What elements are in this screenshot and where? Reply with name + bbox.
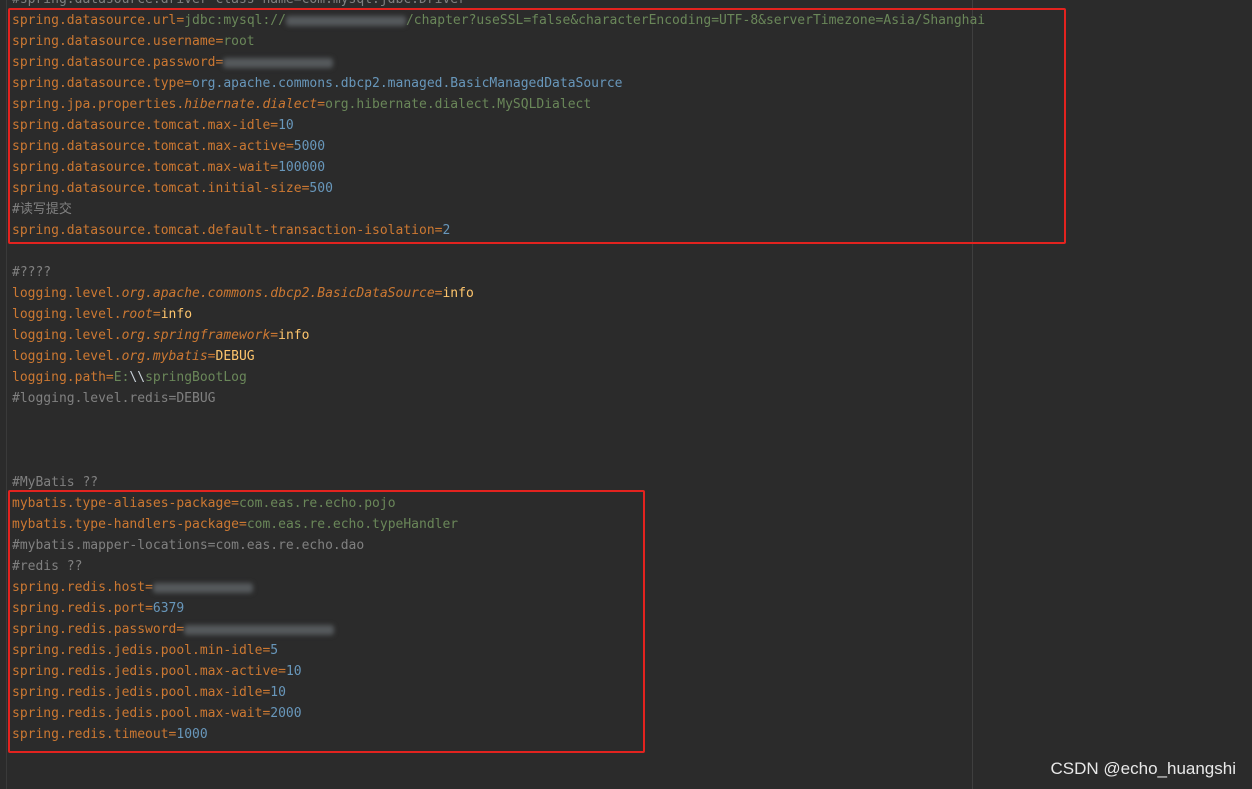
code-token: logging.level.: [12, 286, 122, 301]
code-token: org.mybatis: [121, 349, 208, 364]
code-token: =: [152, 307, 161, 322]
code-line[interactable]: logging.path=E:\\springBootLog: [12, 367, 985, 388]
code-line[interactable]: #????: [12, 262, 985, 283]
code-token: #MyBatis ??: [12, 475, 99, 490]
code-token: DEBUG: [215, 349, 255, 364]
code-token: info: [442, 286, 474, 301]
code-token: logging.level.: [12, 307, 122, 322]
code-token: #spring.datasource.driver-class-name=com…: [12, 0, 466, 7]
code-token: #????: [12, 265, 52, 280]
code-token: springBootLog: [145, 370, 247, 385]
code-token: #logging.level.redis=DEBUG: [12, 391, 216, 406]
gutter-separator: [6, 0, 7, 789]
code-token: root: [121, 307, 153, 322]
code-token: =: [207, 349, 216, 364]
code-token: logging.level.: [12, 349, 122, 364]
code-line[interactable]: logging.level.root=info: [12, 304, 985, 325]
code-token: \\: [129, 370, 146, 385]
code-token: logging.level.: [12, 328, 122, 343]
code-token: E:: [113, 370, 130, 385]
code-line[interactable]: logging.level.org.springframework=info: [12, 325, 985, 346]
code-token: logging.path: [12, 370, 106, 385]
code-editor[interactable]: #spring.datasource.driver-class-name=com…: [0, 0, 1252, 789]
code-line[interactable]: [12, 451, 985, 472]
code-token: info: [160, 307, 193, 322]
datasource-highlight-box: [8, 8, 1066, 244]
code-line[interactable]: [12, 241, 985, 262]
code-token: org.springframework: [121, 328, 271, 343]
code-token: org.apache.commons.dbcp2.BasicDataSource: [121, 286, 435, 301]
watermark: CSDN @echo_huangshi: [1050, 759, 1236, 778]
code-line[interactable]: logging.level.org.mybatis=DEBUG: [12, 346, 985, 367]
mybatis-redis-highlight-box: [8, 490, 645, 753]
code-line[interactable]: [12, 409, 985, 430]
code-line[interactable]: logging.level.org.apache.commons.dbcp2.B…: [12, 283, 985, 304]
code-line[interactable]: [12, 430, 985, 451]
code-line[interactable]: #logging.level.redis=DEBUG: [12, 388, 985, 409]
code-token: =: [270, 328, 279, 343]
code-token: =: [105, 370, 114, 385]
code-token: info: [278, 328, 310, 343]
